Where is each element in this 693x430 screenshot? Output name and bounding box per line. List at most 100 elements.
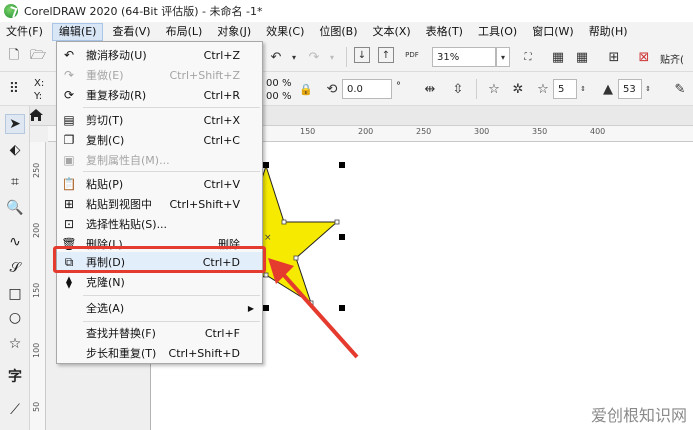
menu-item-paste-special[interactable]: ⊡ 选择性粘贴(S)... — [57, 214, 262, 234]
lock-ratio-icon[interactable]: 🔒 — [296, 79, 316, 99]
menu-effects[interactable]: 效果(C) — [260, 23, 310, 41]
artistic-media-icon[interactable]: 𝒮 — [5, 258, 25, 278]
scale-y-percent: % — [282, 91, 292, 102]
redo-icon: ↷ — [63, 68, 75, 82]
menu-item-copy-properties[interactable]: ▣ 复制属性自(M)... — [57, 150, 262, 170]
paste-icon: 📋 — [61, 177, 77, 191]
watermark-text: 爱创根知识网 — [590, 406, 687, 425]
ruler-mark: 150 — [32, 282, 41, 298]
publish-pdf-icon[interactable]: PDF — [402, 45, 422, 65]
toolbar-separator — [346, 47, 347, 67]
mirror-horizontal-icon[interactable]: ⇹ — [420, 79, 440, 99]
object-origin-icon[interactable]: ⠿ — [4, 79, 24, 99]
home-icon[interactable] — [28, 108, 46, 124]
outline-pen-icon[interactable]: ✎ — [670, 79, 690, 99]
menu-table[interactable]: 表格(T) — [420, 23, 469, 41]
menu-object[interactable]: 对象(J) — [211, 23, 257, 41]
menu-item-clone[interactable]: ⧫ 克隆(N) — [57, 272, 262, 292]
zoom-tool-icon[interactable]: 🔍 — [5, 198, 25, 218]
menu-item-paste-in-view[interactable]: ⊞ 粘贴到视图中 Ctrl+Shift+V — [57, 194, 262, 214]
menu-help[interactable]: 帮助(H) — [583, 23, 634, 41]
menu-text[interactable]: 文本(X) — [367, 23, 417, 41]
sharpness-input[interactable]: 53 — [618, 79, 642, 99]
menu-view[interactable]: 查看(V) — [106, 23, 156, 41]
ruler-mark: 350 — [532, 127, 548, 136]
x-label: X: — [34, 78, 45, 89]
menu-item-label: 重做(E) — [86, 69, 124, 82]
menu-item-label: 查找并替换(F) — [86, 327, 156, 340]
shape-tool-icon[interactable]: ⬖ — [5, 140, 25, 160]
menu-item-undo[interactable]: ↶ 撤消移动(U) Ctrl+Z — [57, 45, 262, 65]
sharpness-icon[interactable]: ▲ — [598, 79, 618, 99]
grid-icon[interactable]: ▦ — [572, 47, 592, 67]
rotation-input[interactable]: 0.0 — [342, 79, 392, 99]
menu-edit[interactable]: 编辑(E) — [51, 23, 104, 41]
menu-separator — [83, 107, 260, 108]
points-input[interactable]: 5 — [553, 79, 577, 99]
menu-bitmap[interactable]: 位图(B) — [313, 23, 363, 41]
import-icon[interactable]: ↓ — [354, 47, 370, 63]
undo-arrow-icon[interactable]: ↶ — [266, 47, 286, 67]
width-value[interactable]: 00 — [266, 78, 279, 89]
menu-item-copy[interactable]: ❐ 复制(C) Ctrl+C — [57, 130, 262, 150]
pick-tool-icon[interactable]: ➤ — [5, 114, 25, 134]
menu-item-cut[interactable]: ▤ 剪切(T) Ctrl+X — [57, 110, 262, 130]
menu-item-label: 克隆(N) — [86, 276, 125, 289]
menu-layout[interactable]: 布局(L) — [160, 23, 209, 41]
points-spinner-icon[interactable]: ⇕ — [577, 79, 589, 99]
open-folder-icon[interactable]: 🗁 — [28, 47, 48, 67]
new-document-icon[interactable]: 🗋 — [4, 47, 24, 67]
star-shape-icon[interactable]: ☆ — [484, 79, 504, 99]
full-screen-icon[interactable]: ⛶ — [518, 47, 538, 67]
menu-item-select-all[interactable]: 全选(A) ▶ — [57, 298, 262, 318]
ellipse-tool-icon[interactable]: ○ — [5, 308, 25, 328]
menu-window[interactable]: 窗口(W) — [526, 23, 579, 41]
zoom-dropdown-icon[interactable]: ▾ — [496, 47, 510, 67]
undo-icon: ↶ — [63, 48, 75, 62]
snap-off-icon[interactable]: ⊠ — [634, 47, 654, 67]
ruler-mark: 300 — [474, 127, 490, 136]
redo-arrow-icon[interactable]: ↷ — [304, 47, 324, 67]
rotation-value: 0.0 — [347, 83, 363, 95]
redo-dropdown-icon[interactable]: ▾ — [322, 47, 342, 67]
menu-item-paste[interactable]: 📋 粘贴(P) Ctrl+V — [57, 174, 262, 194]
edit-menu-dropdown: ↶ 撤消移动(U) Ctrl+Z ↷ 重做(E) Ctrl+Shift+Z ⟳ … — [56, 41, 263, 364]
window-title: CorelDRAW 2020 (64-Bit 评估版) - 未命名 -1* — [24, 5, 263, 18]
rotate-icon[interactable]: ⟲ — [322, 79, 342, 99]
height-value[interactable]: 00 — [266, 91, 279, 102]
scale-x-percent: % — [282, 78, 292, 89]
rulers-icon[interactable]: ▦ — [548, 47, 568, 67]
menu-separator — [83, 171, 260, 172]
freehand-tool-icon[interactable]: ∿ — [5, 232, 25, 252]
menu-bar: 文件(F) 编辑(E) 查看(V) 布局(L) 对象(J) 效果(C) 位图(B… — [0, 22, 693, 42]
polygon-tool-icon[interactable]: ☆ — [5, 334, 25, 354]
guidelines-icon[interactable]: ⊞ — [604, 47, 624, 67]
ruler-mark: 50 — [32, 401, 41, 412]
copy-props-icon: ▣ — [63, 153, 75, 167]
vertical-ruler[interactable]: 250 200 150 100 50 — [30, 142, 46, 430]
menu-item-label: 粘贴(P) — [86, 178, 124, 191]
menu-tools[interactable]: 工具(O) — [472, 23, 523, 41]
menu-item-find-replace[interactable]: 查找并替换(F) Ctrl+F — [57, 323, 262, 343]
snap-to-label[interactable]: 贴齐( — [660, 51, 684, 66]
menu-file[interactable]: 文件(F) — [0, 23, 49, 41]
sharpness-spinner-icon[interactable]: ⇕ — [642, 79, 654, 99]
mirror-vertical-icon[interactable]: ⇳ — [448, 79, 468, 99]
zoom-level-box[interactable]: 31% — [432, 47, 496, 67]
undo-dropdown-icon[interactable]: ▾ — [284, 47, 304, 67]
export-icon[interactable]: ↑ — [378, 47, 394, 63]
complex-star-icon[interactable]: ✲ — [508, 79, 528, 99]
rectangle-tool-icon[interactable]: □ — [5, 284, 25, 304]
copy-icon: ❐ — [63, 133, 75, 147]
menu-item-label: 选择性粘贴(S)... — [86, 218, 168, 231]
sharpness-value: 53 — [623, 83, 636, 95]
menu-item-repeat[interactable]: ⟳ 重复移动(R) Ctrl+R — [57, 85, 262, 105]
dimension-tool-icon[interactable]: ⟋ — [5, 400, 25, 420]
menu-item-redo[interactable]: ↷ 重做(E) Ctrl+Shift+Z — [57, 65, 262, 85]
menu-item-step-repeat[interactable]: 步长和重复(T) Ctrl+Shift+D — [57, 343, 262, 363]
star-points-icon[interactable]: ☆ — [533, 79, 553, 99]
crop-tool-icon[interactable]: ⌗ — [5, 172, 25, 192]
repeat-icon: ⟳ — [63, 88, 75, 102]
rotation-unit: ° — [396, 81, 401, 92]
text-tool-icon[interactable]: 字 — [5, 366, 25, 386]
